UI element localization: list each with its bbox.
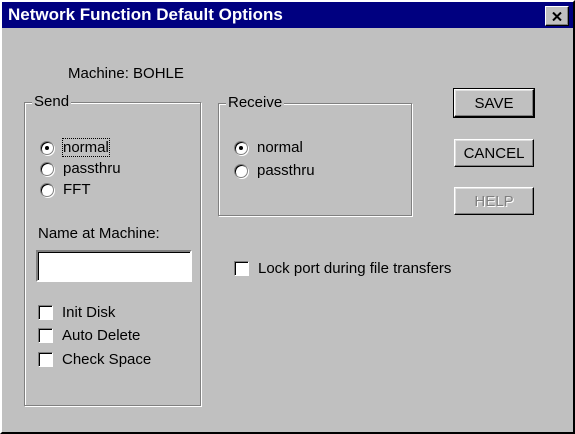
auto-delete-checkbox[interactable]: Auto Delete — [38, 327, 140, 344]
checkbox-box[interactable] — [38, 305, 53, 320]
receive-legend: Receive — [226, 94, 285, 111]
receive-radio-passthru-label: passthru — [257, 162, 315, 179]
send-radio-normal-label: normal — [62, 138, 110, 157]
cancel-button[interactable]: CANCEL — [454, 139, 534, 167]
machine-label: Machine: BOHLE — [68, 65, 184, 82]
radio-button[interactable] — [40, 161, 54, 176]
receive-radio-normal[interactable]: normal — [234, 139, 303, 156]
checkbox-box[interactable] — [38, 352, 53, 367]
check-space-label: Check Space — [62, 351, 152, 368]
close-button[interactable] — [545, 6, 569, 26]
check-space-checkbox[interactable]: Check Space — [38, 351, 151, 368]
close-icon — [552, 11, 562, 21]
radio-button[interactable] — [234, 163, 248, 178]
receive-radio-normal-label: normal — [257, 139, 303, 156]
send-radio-fft-label: FFT — [63, 181, 91, 198]
radio-button[interactable] — [40, 140, 54, 155]
send-radio-passthru[interactable]: passthru — [40, 160, 121, 177]
init-disk-label: Init Disk — [62, 304, 116, 321]
radio-button[interactable] — [40, 182, 54, 197]
lock-port-checkbox[interactable]: Lock port during file transfers — [234, 260, 451, 277]
radio-button[interactable] — [234, 140, 248, 155]
send-radio-normal[interactable]: normal — [40, 138, 110, 157]
title-bar[interactable]: Network Function Default Options — [2, 2, 573, 28]
auto-delete-label: Auto Delete — [62, 327, 141, 344]
send-legend: Send — [32, 93, 72, 110]
name-at-machine-input[interactable] — [36, 250, 192, 282]
init-disk-checkbox[interactable]: Init Disk — [38, 304, 115, 321]
send-radio-passthru-label: passthru — [63, 160, 121, 177]
checkbox-box[interactable] — [234, 261, 249, 276]
window-title: Network Function Default Options — [8, 5, 283, 24]
save-button[interactable]: SAVE — [453, 88, 535, 118]
receive-groupbox: Receive — [218, 94, 412, 216]
lock-port-label: Lock port during file transfers — [258, 260, 452, 277]
send-radio-fft[interactable]: FFT — [40, 181, 91, 198]
receive-radio-passthru[interactable]: passthru — [234, 162, 315, 179]
checkbox-box[interactable] — [38, 328, 53, 343]
help-button[interactable]: HELP — [454, 187, 534, 215]
dialog-window: Network Function Default Options Machine… — [0, 0, 575, 434]
name-at-machine-label: Name at Machine: — [38, 225, 160, 242]
